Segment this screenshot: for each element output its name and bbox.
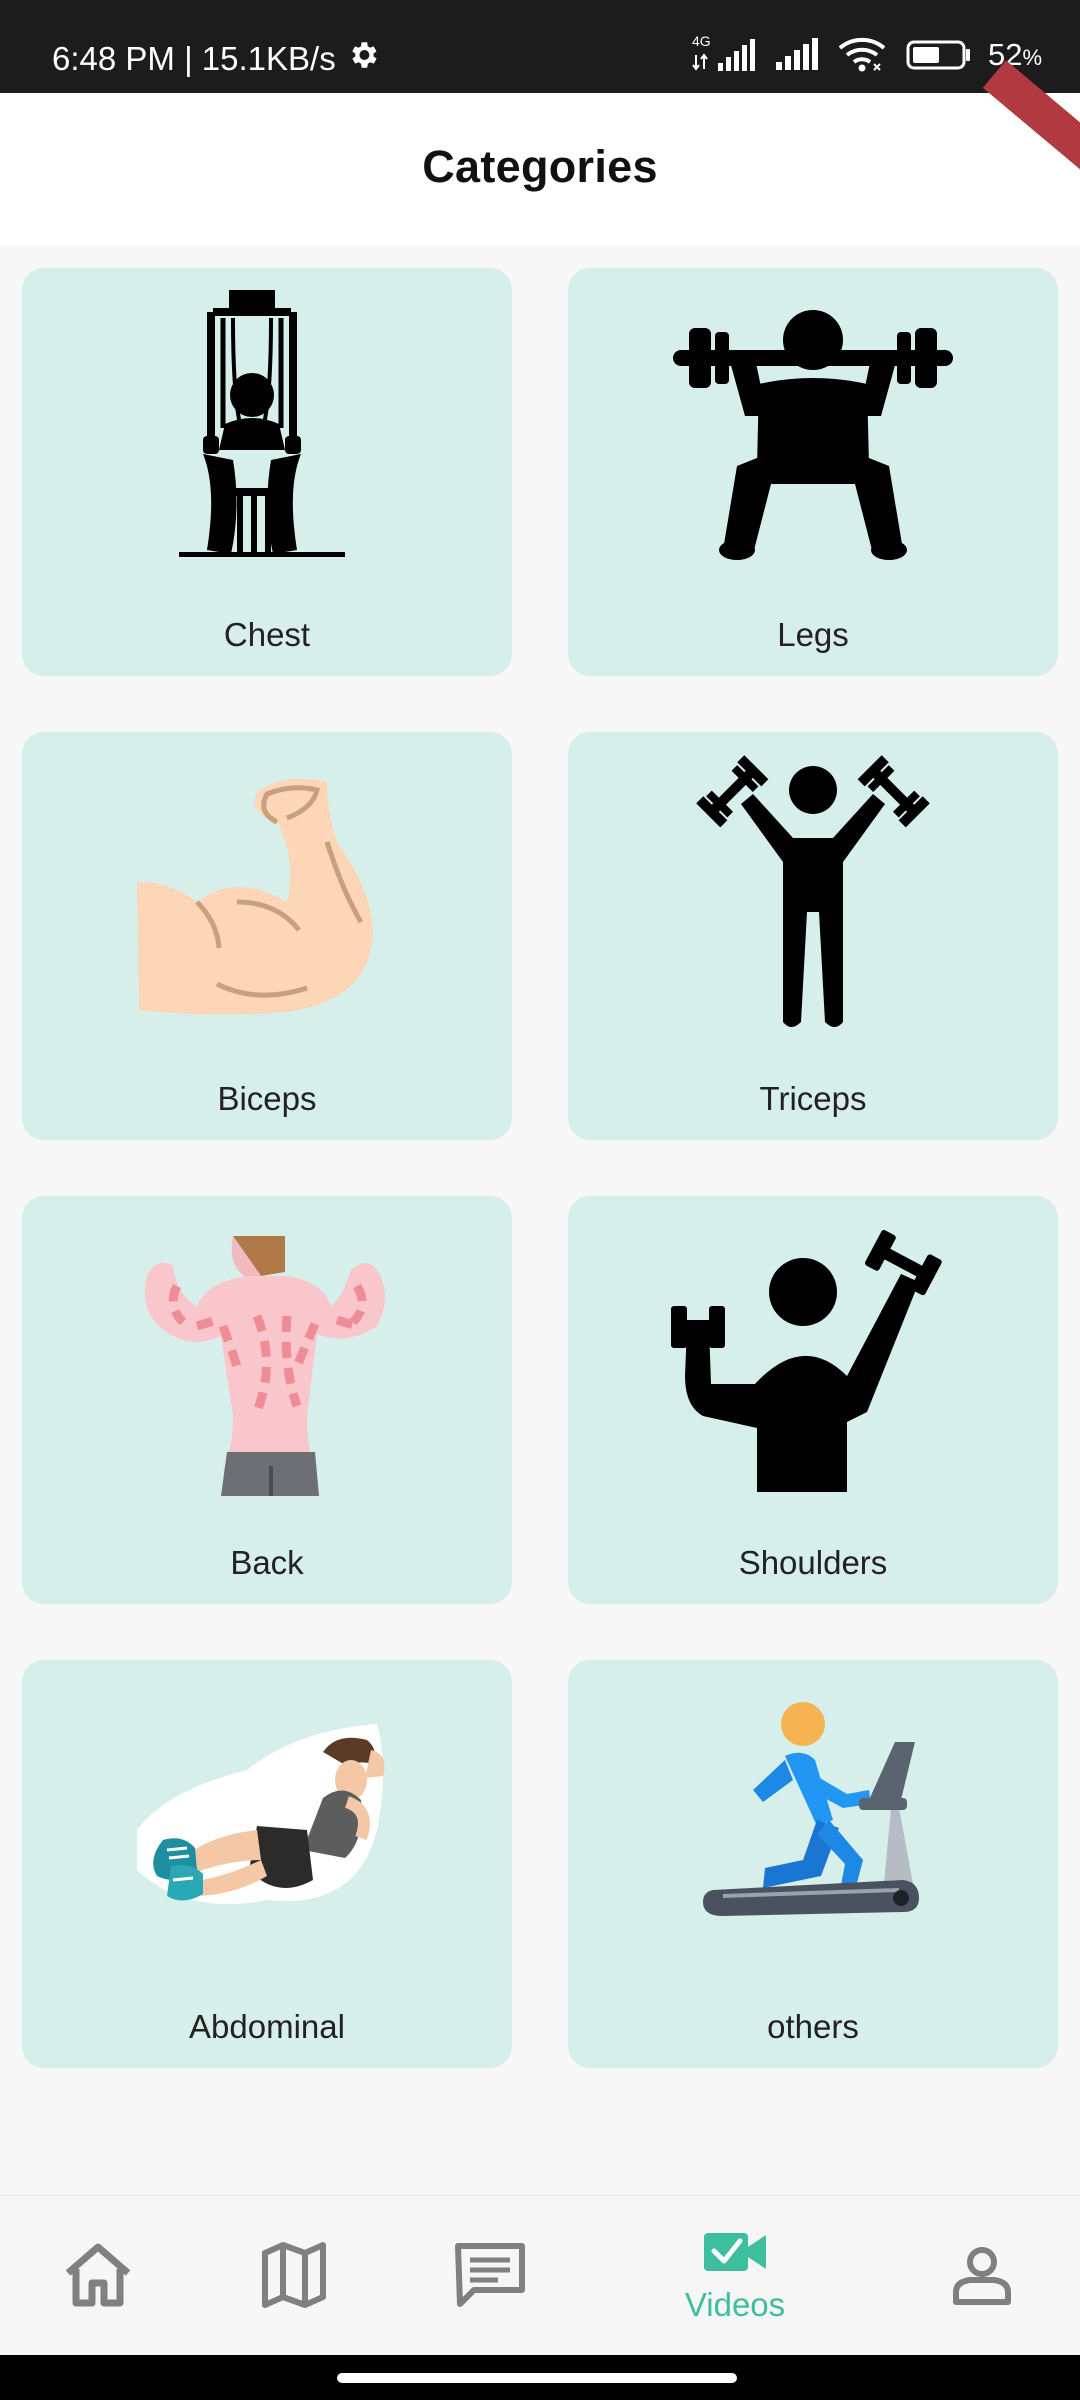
home-icon — [60, 2239, 136, 2314]
cell-signal-icon — [774, 38, 822, 72]
bottom-navigation: Videos — [0, 2195, 1080, 2355]
squat-barbell-icon — [653, 288, 973, 568]
cell-signal-4g-icon: 4G — [690, 33, 758, 73]
chat-icon — [452, 2238, 528, 2315]
category-card-shoulders[interactable]: Shoulders — [568, 1196, 1058, 1604]
battery-icon — [906, 38, 972, 72]
profile-icon — [950, 2242, 1014, 2311]
wifi-icon — [838, 36, 890, 74]
category-label: Abdominal — [189, 2008, 345, 2045]
status-time: 6:48 PM | 15.1KB/s — [52, 40, 336, 77]
settings-gear-icon — [346, 38, 380, 80]
nav-videos-label: Videos — [684, 2285, 786, 2323]
category-label: Legs — [777, 616, 849, 653]
nav-videos[interactable]: Videos — [660, 2196, 810, 2356]
category-label: others — [767, 2008, 859, 2045]
sit-up-icon — [107, 1680, 427, 1960]
category-label: Back — [230, 1544, 304, 1581]
category-label: Biceps — [217, 1080, 317, 1117]
map-icon — [259, 2239, 329, 2314]
category-card-triceps[interactable]: Triceps — [568, 732, 1058, 1140]
nav-map[interactable] — [244, 2196, 344, 2356]
status-left: 6:48 PM | 15.1KB/s — [52, 38, 380, 80]
chest-press-machine-icon — [107, 288, 427, 568]
category-label: Chest — [223, 616, 311, 653]
category-card-others[interactable]: others — [568, 1660, 1058, 2068]
dumbbells-overhead-icon — [653, 752, 973, 1032]
status-right: 4G 52% — [690, 33, 1042, 74]
network-type-label: 4G — [691, 33, 711, 49]
treadmill-runner-icon — [653, 1680, 973, 1960]
status-bar: 6:48 PM | 15.1KB/s 4G 52% — [0, 0, 1080, 93]
video-icon — [702, 2229, 768, 2280]
battery-unit: % — [1022, 45, 1042, 70]
system-gesture-bar — [0, 2355, 1080, 2400]
nav-chat[interactable] — [440, 2196, 540, 2356]
category-label: Triceps — [759, 1080, 867, 1117]
category-grid: Chest Legs Biceps Triceps Back Shoulders… — [22, 268, 1058, 2068]
flexed-biceps-icon — [107, 752, 427, 1032]
nav-profile[interactable] — [932, 2196, 1032, 2356]
page-title: Categories — [422, 141, 658, 192]
shoulder-press-icon — [653, 1216, 973, 1496]
category-label: Shoulders — [738, 1544, 888, 1581]
back-muscles-icon — [107, 1216, 427, 1496]
category-card-legs[interactable]: Legs — [568, 268, 1058, 676]
category-card-chest[interactable]: Chest — [22, 268, 512, 676]
category-card-abdominal[interactable]: Abdominal — [22, 1660, 512, 2068]
category-card-biceps[interactable]: Biceps — [22, 732, 512, 1140]
category-card-back[interactable]: Back — [22, 1196, 512, 1604]
home-indicator[interactable] — [337, 2373, 737, 2383]
nav-home[interactable] — [48, 2196, 148, 2356]
app-header: Categories — [0, 60, 1080, 246]
